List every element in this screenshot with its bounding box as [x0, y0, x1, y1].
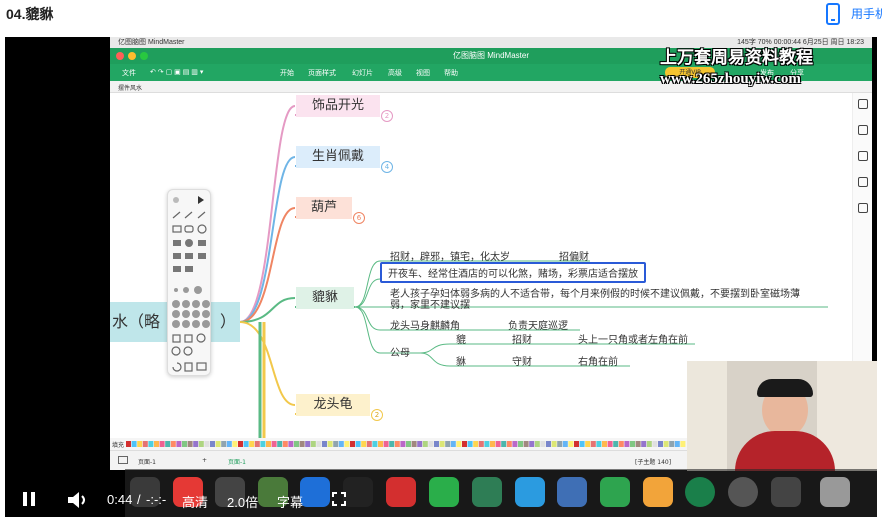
- outline-icon[interactable]: [858, 203, 868, 213]
- time-separator: /: [137, 492, 141, 507]
- page-list-icon[interactable]: [118, 456, 128, 464]
- pixiu-effects[interactable]: 招财，辟邪，镇宅，化太岁: [390, 248, 510, 263]
- female-position[interactable]: 右角在前: [578, 353, 618, 368]
- document-tab[interactable]: 摆件风水: [118, 83, 142, 92]
- page-tab[interactable]: 页面-1: [228, 457, 246, 466]
- image-icon[interactable]: [858, 125, 868, 135]
- pixiu-gender[interactable]: 公母: [390, 344, 410, 359]
- clipart-icon[interactable]: [858, 151, 868, 161]
- watermark-line1: 上万套周易资料教程: [660, 48, 813, 67]
- branch-dragon-turtle[interactable]: 龙头龟: [296, 394, 370, 416]
- add-page-button[interactable]: +: [202, 457, 207, 464]
- mac-menubar-left: 亿图脑图 MindMaster: [118, 39, 185, 46]
- branch-zodiac[interactable]: 生肖佩戴: [296, 146, 380, 168]
- fullscreen-icon[interactable]: [332, 492, 346, 506]
- duration: -:-:-: [146, 492, 167, 507]
- branch-jewelry[interactable]: 饰品开光: [296, 95, 380, 117]
- current-time: 0:44: [107, 492, 133, 507]
- male-position[interactable]: 头上一只角或者左角在前: [578, 331, 688, 346]
- phone-icon[interactable]: [826, 3, 840, 25]
- presenter-webcam: [687, 361, 877, 471]
- pause-button[interactable]: [23, 492, 35, 506]
- presenter-hair: [757, 379, 813, 397]
- page-header: 04.貔貅 用手机: [0, 0, 882, 34]
- male-role[interactable]: 招财: [512, 331, 532, 346]
- pixiu-wealth[interactable]: 招偏财: [559, 248, 589, 263]
- volume-icon[interactable]: [67, 491, 89, 509]
- menu-slides[interactable]: 幻灯片: [352, 68, 373, 78]
- drawing-tool-icons: [171, 196, 210, 372]
- branch-gourd-count[interactable]: 6: [353, 212, 365, 224]
- menu-view[interactable]: 视图: [416, 68, 430, 78]
- menu-file[interactable]: 文件: [122, 68, 136, 78]
- lesson-title: 04.貔貅: [6, 6, 54, 22]
- scroll-painting-left: [687, 361, 727, 471]
- branch-pixiu[interactable]: 貔貅: [296, 287, 354, 309]
- subject-count: [子主题 140]: [635, 459, 672, 466]
- subtitle-button[interactable]: 字幕: [277, 492, 303, 511]
- palette-swatches[interactable]: [126, 438, 686, 450]
- pixiu-appearance[interactable]: 龙头马身麒麟角: [390, 317, 460, 332]
- format-icon[interactable]: [858, 99, 868, 109]
- quality-button[interactable]: 高清: [182, 492, 208, 511]
- task-icon[interactable]: [858, 177, 868, 187]
- drawing-toolbar: [167, 189, 211, 376]
- menu-page-style[interactable]: 页面样式: [308, 68, 336, 78]
- pixiu-placement-highlighted[interactable]: 开夜车、经常住酒店的可以化煞，赌场，彩票店适合摆放: [380, 262, 646, 283]
- branch-gourd[interactable]: 葫芦: [296, 197, 352, 219]
- watermark-line2: www.265zhouyiw.com: [660, 71, 801, 87]
- branch-jewelry-count[interactable]: 2: [381, 110, 393, 122]
- menu-home[interactable]: 开始: [280, 68, 294, 78]
- pixiu-caution-line2[interactable]: 弱，家里不建议摆: [390, 296, 470, 311]
- mobile-link[interactable]: 用手机: [851, 5, 882, 22]
- branch-dragon-turtle-count[interactable]: 2: [371, 409, 383, 421]
- root-topic-label: 水（略: [112, 312, 161, 331]
- pixiu-duty[interactable]: 负责天庭巡逻: [508, 317, 568, 332]
- video-player[interactable]: 亿图脑图 MindMaster 145字 70% 00:00:44 6月25日 …: [5, 37, 877, 517]
- female-role[interactable]: 守财: [512, 353, 532, 368]
- root-topic-tail: ）: [220, 312, 237, 331]
- speed-button[interactable]: 2.0倍: [227, 492, 258, 511]
- undo-icon[interactable]: ↶ ↷ ▢ ▣ ▤ ▥ ▾: [150, 68, 203, 76]
- branch-zodiac-count[interactable]: 4: [381, 161, 393, 173]
- page-selector[interactable]: 页面-1: [138, 457, 156, 466]
- male-name[interactable]: 貔: [456, 331, 466, 346]
- palette-label: 填充: [112, 442, 125, 449]
- player-controls: 0:44 / -:-:- 高清 2.0倍 字幕: [5, 482, 877, 517]
- female-name[interactable]: 貅: [456, 353, 466, 368]
- menu-help[interactable]: 帮助: [444, 68, 458, 78]
- menu-advanced[interactable]: 高级: [388, 68, 402, 78]
